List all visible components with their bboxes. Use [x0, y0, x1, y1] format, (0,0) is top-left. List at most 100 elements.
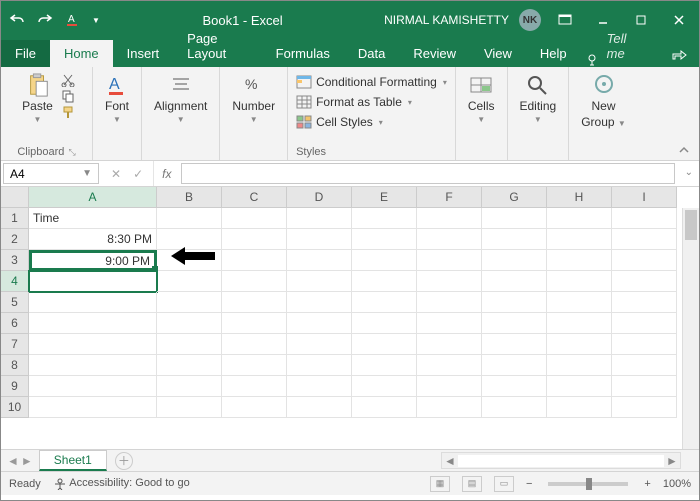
clipboard-dialog-launcher[interactable]: ⤡ — [68, 147, 75, 157]
cell-H3[interactable] — [547, 250, 612, 271]
zoom-slider-thumb[interactable] — [586, 478, 592, 490]
cell-H7[interactable] — [547, 334, 612, 355]
cell-B5[interactable] — [157, 292, 222, 313]
cell-E7[interactable] — [352, 334, 417, 355]
redo-button[interactable] — [35, 10, 55, 30]
cell-A3[interactable]: 9:00 PM — [29, 250, 157, 271]
cell-E6[interactable] — [352, 313, 417, 334]
cell-E10[interactable] — [352, 397, 417, 418]
hscroll-left-button[interactable]: ◄ — [442, 454, 458, 468]
row-header-2[interactable]: 2 — [1, 229, 29, 250]
sheet-nav-next-button[interactable]: ► — [21, 454, 33, 468]
cancel-formula-button[interactable]: ✕ — [111, 167, 121, 181]
format-as-table-button[interactable]: Format as Table▾ — [296, 95, 447, 109]
editing-group-button[interactable]: Editing ▼ — [516, 71, 561, 126]
cell-E4[interactable] — [352, 271, 417, 292]
cell-F10[interactable] — [417, 397, 482, 418]
cell-D8[interactable] — [287, 355, 352, 376]
cell-F6[interactable] — [417, 313, 482, 334]
view-page-layout-button[interactable]: ▤ — [462, 476, 482, 492]
cell-D2[interactable] — [287, 229, 352, 250]
accessibility-status[interactable]: Accessibility: Good to go — [53, 477, 190, 489]
row-header-1[interactable]: 1 — [1, 208, 29, 229]
cell-A9[interactable] — [29, 376, 157, 397]
cell-I5[interactable] — [612, 292, 677, 313]
cell-C9[interactable] — [222, 376, 287, 397]
cell-F4[interactable] — [417, 271, 482, 292]
format-painter-button[interactable] — [61, 105, 75, 119]
cell-G1[interactable] — [482, 208, 547, 229]
col-header-G[interactable]: G — [482, 187, 547, 208]
number-group-button[interactable]: % Number ▼ — [228, 71, 279, 126]
avatar[interactable]: NK — [519, 9, 541, 31]
tab-home[interactable]: Home — [50, 40, 113, 67]
cell-H6[interactable] — [547, 313, 612, 334]
cell-A7[interactable] — [29, 334, 157, 355]
cell-G7[interactable] — [482, 334, 547, 355]
cell-F2[interactable] — [417, 229, 482, 250]
conditional-formatting-button[interactable]: Conditional Formatting▾ — [296, 75, 447, 89]
font-group-button[interactable]: A Font ▼ — [101, 71, 133, 126]
zoom-out-button[interactable]: − — [526, 478, 532, 490]
cell-F7[interactable] — [417, 334, 482, 355]
copy-button[interactable] — [61, 89, 75, 103]
cell-B8[interactable] — [157, 355, 222, 376]
view-normal-button[interactable]: ▦ — [430, 476, 450, 492]
cell-I9[interactable] — [612, 376, 677, 397]
cell-C2[interactable] — [222, 229, 287, 250]
undo-button[interactable] — [7, 10, 27, 30]
cell-E1[interactable] — [352, 208, 417, 229]
cell-A5[interactable] — [29, 292, 157, 313]
cell-I7[interactable] — [612, 334, 677, 355]
cell-B7[interactable] — [157, 334, 222, 355]
close-button[interactable] — [665, 10, 693, 30]
cell-H2[interactable] — [547, 229, 612, 250]
col-header-F[interactable]: F — [417, 187, 482, 208]
select-all-button[interactable] — [1, 187, 29, 208]
vertical-scroll-thumb[interactable] — [685, 210, 697, 240]
cell-C7[interactable] — [222, 334, 287, 355]
new-group-button[interactable]: New Group ▼ — [577, 71, 630, 131]
cell-D10[interactable] — [287, 397, 352, 418]
col-header-A[interactable]: A — [29, 187, 157, 208]
row-header-6[interactable]: 6 — [1, 313, 29, 334]
cell-B1[interactable] — [157, 208, 222, 229]
name-box[interactable]: A4 ▼ — [3, 163, 99, 184]
tab-review[interactable]: Review — [399, 40, 470, 67]
cell-G8[interactable] — [482, 355, 547, 376]
zoom-in-button[interactable]: + — [644, 478, 650, 490]
cell-C3[interactable] — [222, 250, 287, 271]
expand-formula-bar-button[interactable]: ⌄ — [685, 167, 693, 178]
tab-help[interactable]: Help — [526, 40, 581, 67]
row-header-7[interactable]: 7 — [1, 334, 29, 355]
cell-I10[interactable] — [612, 397, 677, 418]
tab-view[interactable]: View — [470, 40, 526, 67]
cell-styles-button[interactable]: Cell Styles▾ — [296, 115, 447, 129]
cell-H5[interactable] — [547, 292, 612, 313]
cell-G6[interactable] — [482, 313, 547, 334]
cell-G4[interactable] — [482, 271, 547, 292]
cell-E9[interactable] — [352, 376, 417, 397]
tab-data[interactable]: Data — [344, 40, 399, 67]
col-header-H[interactable]: H — [547, 187, 612, 208]
cell-I3[interactable] — [612, 250, 677, 271]
cell-D1[interactable] — [287, 208, 352, 229]
cell-C8[interactable] — [222, 355, 287, 376]
zoom-level[interactable]: 100% — [663, 478, 691, 490]
col-header-D[interactable]: D — [287, 187, 352, 208]
font-color-qat-icon[interactable]: A — [63, 10, 83, 30]
cell-I6[interactable] — [612, 313, 677, 334]
tab-insert[interactable]: Insert — [113, 40, 174, 67]
row-header-9[interactable]: 9 — [1, 376, 29, 397]
cell-I8[interactable] — [612, 355, 677, 376]
cell-B9[interactable] — [157, 376, 222, 397]
cells-group-button[interactable]: Cells ▼ — [464, 71, 499, 126]
row-header-5[interactable]: 5 — [1, 292, 29, 313]
cell-A4[interactable] — [29, 271, 157, 292]
paste-button[interactable]: Paste ▼ — [18, 71, 57, 126]
cell-D4[interactable] — [287, 271, 352, 292]
cell-B10[interactable] — [157, 397, 222, 418]
ribbon-display-options-button[interactable] — [551, 10, 579, 30]
row-header-4[interactable]: 4 — [1, 271, 29, 292]
collapse-ribbon-button[interactable] — [677, 146, 691, 156]
